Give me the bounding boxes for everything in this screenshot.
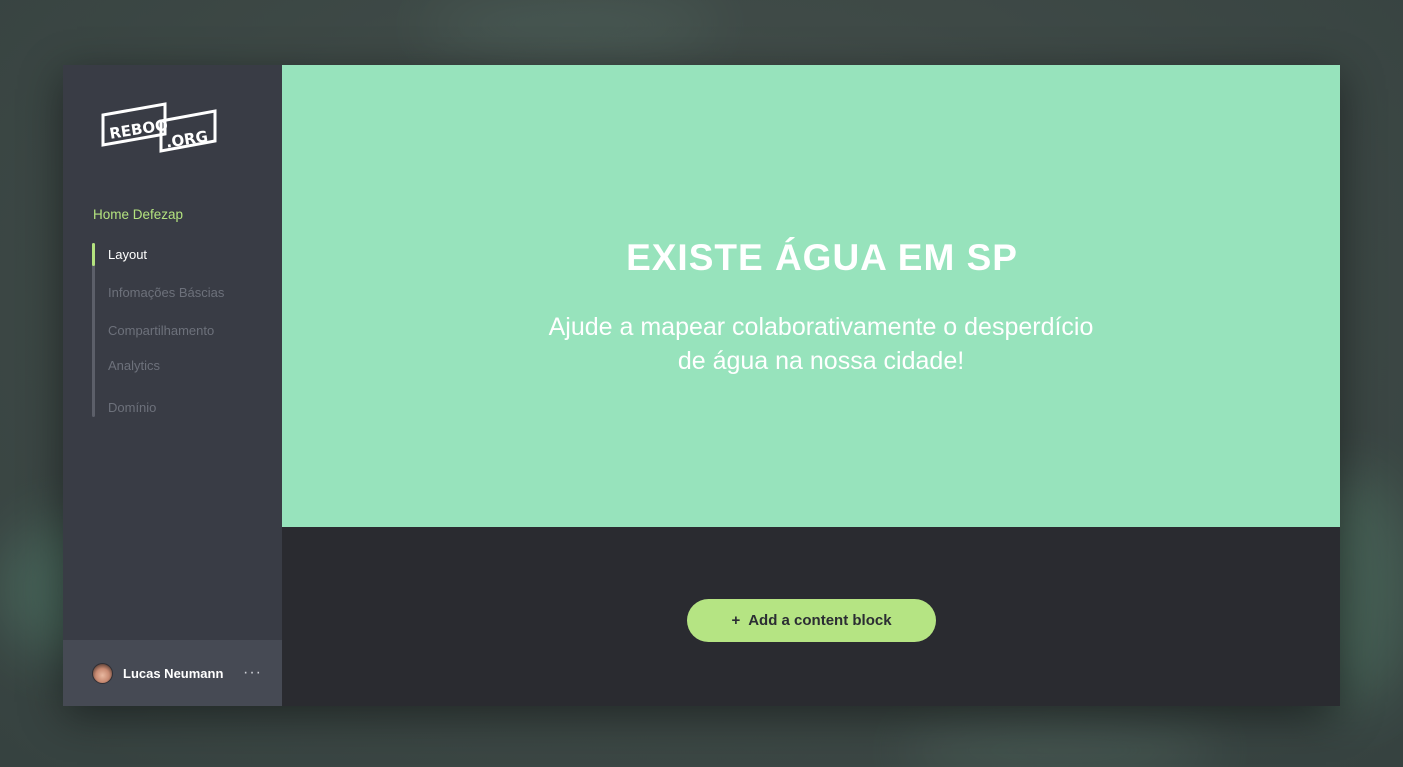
sidebar-item-analytics[interactable]: Analytics — [108, 358, 160, 373]
sidebar-item-dominio[interactable]: Domínio — [108, 400, 156, 415]
sidebar-item-informacoes-basicas[interactable]: Infomações Báscias — [108, 285, 224, 300]
reboo-logo[interactable]: REBOO .ORG — [101, 101, 219, 158]
nav-track — [92, 243, 95, 417]
svg-text:.ORG: .ORG — [165, 127, 210, 151]
add-content-block-label: Add a content block — [748, 612, 892, 629]
project-title[interactable]: Home Defezap — [93, 207, 183, 222]
backdrop-blur — [900, 720, 1220, 767]
sidebar-item-layout[interactable]: Layout — [108, 247, 147, 262]
nav-active-indicator — [92, 243, 95, 266]
backdrop-blur — [420, 0, 720, 50]
sidebar: REBOO .ORG Home Defezap Layout Infomaçõe… — [63, 65, 282, 706]
app-window: REBOO .ORG Home Defezap Layout Infomaçõe… — [63, 65, 1340, 706]
hero-block[interactable]: EXISTE ÁGUA EM SP Ajude a mapear colabor… — [282, 65, 1340, 527]
more-horizontal-icon[interactable]: ··· — [243, 664, 262, 682]
hero-title[interactable]: EXISTE ÁGUA EM SP — [282, 237, 1362, 279]
hero-subtitle-line: de água na nossa cidade! — [677, 347, 965, 375]
hero-subtitle[interactable]: Ajude a mapear colaborativamente o despe… — [511, 310, 1131, 378]
sidebar-item-compartilhamento[interactable]: Compartilhamento — [108, 323, 214, 338]
main-canvas: EXISTE ÁGUA EM SP Ajude a mapear colabor… — [282, 65, 1340, 706]
user-bar: Lucas Neumann ··· — [63, 640, 282, 706]
user-name[interactable]: Lucas Neumann — [123, 666, 243, 681]
hero-subtitle-line: Ajude a mapear colaborativamente o despe… — [548, 313, 1094, 341]
avatar[interactable] — [92, 662, 113, 684]
add-content-block-button[interactable]: + Add a content block — [687, 599, 936, 642]
plus-icon: + — [731, 612, 741, 629]
